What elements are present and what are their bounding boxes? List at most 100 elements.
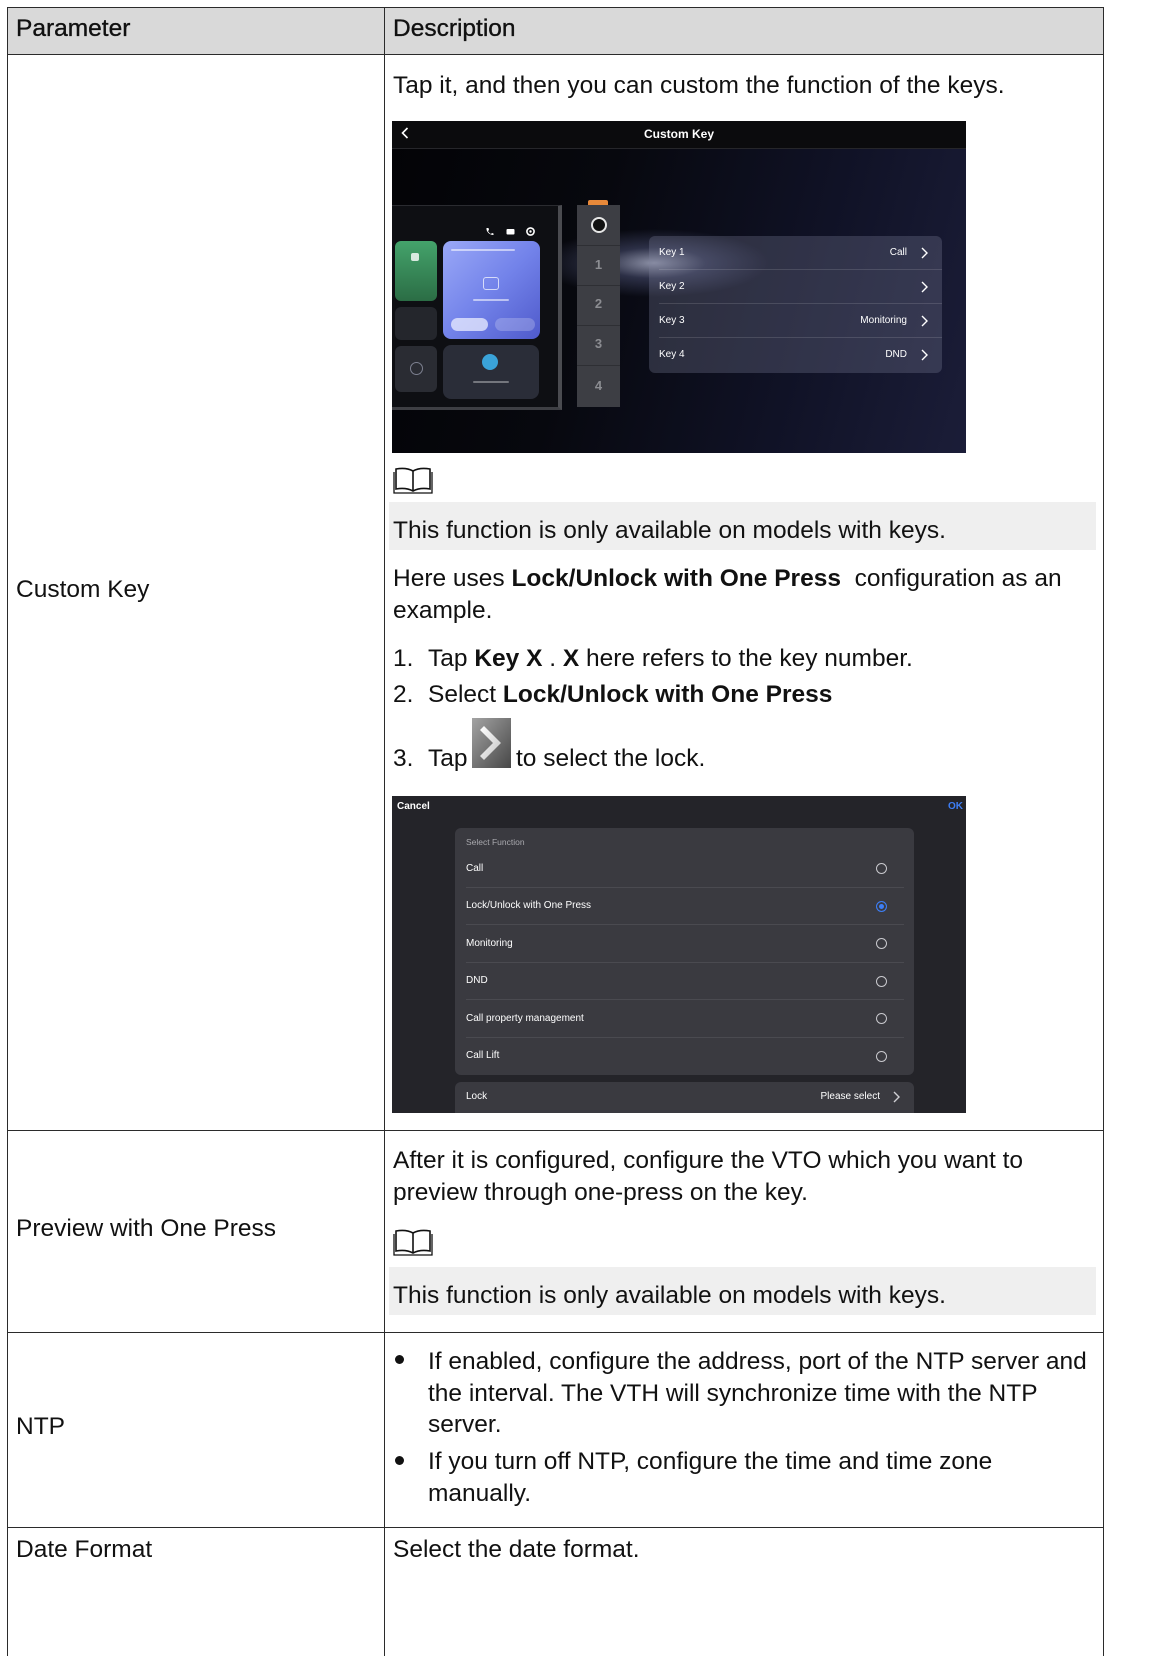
key-label: Key 3 xyxy=(659,315,685,326)
card-caption xyxy=(473,381,509,383)
header-description: Description xyxy=(393,15,516,42)
preview-description: After it is configured, configure the VT… xyxy=(393,1147,1024,1206)
example-bold: Lock/Unlock with One Press xyxy=(511,565,841,592)
function-option: DND xyxy=(455,963,914,1000)
date-format-description: Select the date format. xyxy=(393,1536,640,1563)
step-bold: Key X xyxy=(474,645,543,672)
table-header-row xyxy=(7,7,1104,54)
option-label: DND xyxy=(466,975,488,987)
key-list-panel: Key 1 Call Key 2 Key 3 Monitoring Key 4 … xyxy=(649,236,942,373)
chevron-right-icon xyxy=(921,247,928,259)
key-label: Key 2 xyxy=(659,281,685,292)
scene-icon xyxy=(483,277,499,290)
tile-icon xyxy=(410,362,423,375)
radio-icon xyxy=(876,863,887,874)
key-number: 3 xyxy=(594,336,603,351)
device-key-strip: 1 2 3 4 xyxy=(577,205,620,407)
card-pill xyxy=(451,318,488,331)
radio-icon xyxy=(876,975,887,987)
function-option: Call Lift xyxy=(455,1038,914,1076)
ntp-bullet: If you turn off NTP, configure the time … xyxy=(428,1448,993,1507)
card-pill xyxy=(495,318,535,331)
bullet-icon xyxy=(395,1456,404,1465)
chevron-right-button-icon xyxy=(472,718,511,768)
radio-icon xyxy=(876,900,887,912)
device-scene-card xyxy=(443,241,540,339)
step-text: . xyxy=(542,645,563,672)
row-divider xyxy=(7,54,1104,55)
key-number: 2 xyxy=(594,296,603,311)
chevron-right-icon xyxy=(921,349,928,361)
radio-icon xyxy=(876,938,887,949)
function-options-panel: Select Function Call Lock/Unlock with On… xyxy=(455,828,914,1075)
table-border-top xyxy=(7,7,1104,8)
key-value: Monitoring xyxy=(860,315,907,326)
step-3-text: Tap xyxy=(428,745,468,772)
option-label: Call property management xyxy=(466,1012,584,1024)
select-function-screenshot: Cancel OK Select Function Call Lock/Unlo… xyxy=(392,796,966,1113)
step-text: here refers to the key number. xyxy=(579,645,913,672)
step-text: Tap xyxy=(428,645,475,672)
key-row: Key 4 DND xyxy=(649,338,942,372)
param-custom-key: Custom Key xyxy=(16,576,150,603)
step-number: 2. xyxy=(393,681,414,708)
message-icon xyxy=(506,229,515,235)
row-divider xyxy=(7,1130,1104,1131)
row-divider xyxy=(7,1332,1104,1333)
example-paragraph: Here uses Lock/Unlock with One Press con… xyxy=(393,563,1093,627)
param-ntp: NTP xyxy=(16,1413,65,1440)
phone-icon xyxy=(486,228,494,235)
radio-icon xyxy=(876,1013,887,1024)
step-3-text: to select the lock. xyxy=(516,745,706,772)
ntp-bullet: If enabled, configure the address, port … xyxy=(428,1348,1087,1438)
lock-label: Lock xyxy=(466,1091,488,1102)
key-row: Key 2 xyxy=(649,270,942,304)
custom-key-intro: Tap it, and then you can custom the func… xyxy=(393,72,1005,99)
card-caption xyxy=(451,249,515,251)
device-tile xyxy=(395,241,437,301)
param-date-format: Date Format xyxy=(16,1536,153,1563)
function-option: Call xyxy=(455,850,914,888)
option-label: Lock/Unlock with One Press xyxy=(466,900,592,912)
lock-row: Lock Please select xyxy=(455,1082,914,1113)
key-label: Key 1 xyxy=(659,247,685,258)
step-text: Select xyxy=(428,681,503,708)
device-tile xyxy=(395,346,437,392)
book-icon xyxy=(393,467,433,494)
step-number: 1. xyxy=(393,645,414,672)
note-box: This function is only available on model… xyxy=(389,502,1096,550)
key-cell: 4 xyxy=(577,365,620,407)
elevator-icon xyxy=(482,354,498,370)
card-caption xyxy=(473,299,509,301)
key-row: Key 1 Call xyxy=(649,236,942,270)
device-screen xyxy=(392,205,562,410)
bullet-icon xyxy=(395,1355,404,1364)
camera-icon xyxy=(591,217,607,233)
screen-title: Custom Key xyxy=(643,127,714,141)
key-label: Key 4 xyxy=(659,349,685,360)
lock-value: Please select xyxy=(820,1091,880,1102)
option-label: Call Lift xyxy=(466,1050,500,1062)
step-bold: X xyxy=(562,645,580,672)
chevron-right-icon xyxy=(921,315,928,327)
function-option: Lock/Unlock with One Press xyxy=(455,888,914,925)
key-cell: 2 xyxy=(577,285,620,326)
radio-icon xyxy=(876,1050,887,1062)
step-1-text: Tap Key X . X here refers to the key num… xyxy=(428,643,913,675)
column-divider xyxy=(384,7,385,1656)
key-cell: 1 xyxy=(577,245,620,286)
key-cell xyxy=(577,205,620,246)
table-border-right xyxy=(1103,7,1104,1656)
chevron-right-icon xyxy=(893,1091,900,1103)
step-number: 3. xyxy=(393,745,414,772)
cancel-button: Cancel xyxy=(397,801,430,812)
option-label: Monitoring xyxy=(466,937,513,949)
device-elevator-card xyxy=(443,345,539,399)
step-2-text: Select Lock/Unlock with One Press xyxy=(428,679,832,711)
chevron-right-icon xyxy=(921,281,928,293)
device-tile xyxy=(395,307,437,340)
param-preview: Preview with One Press xyxy=(16,1215,277,1242)
key-value: DND xyxy=(885,349,907,360)
key-number: 1 xyxy=(594,257,603,272)
table-border-left xyxy=(7,7,8,1656)
